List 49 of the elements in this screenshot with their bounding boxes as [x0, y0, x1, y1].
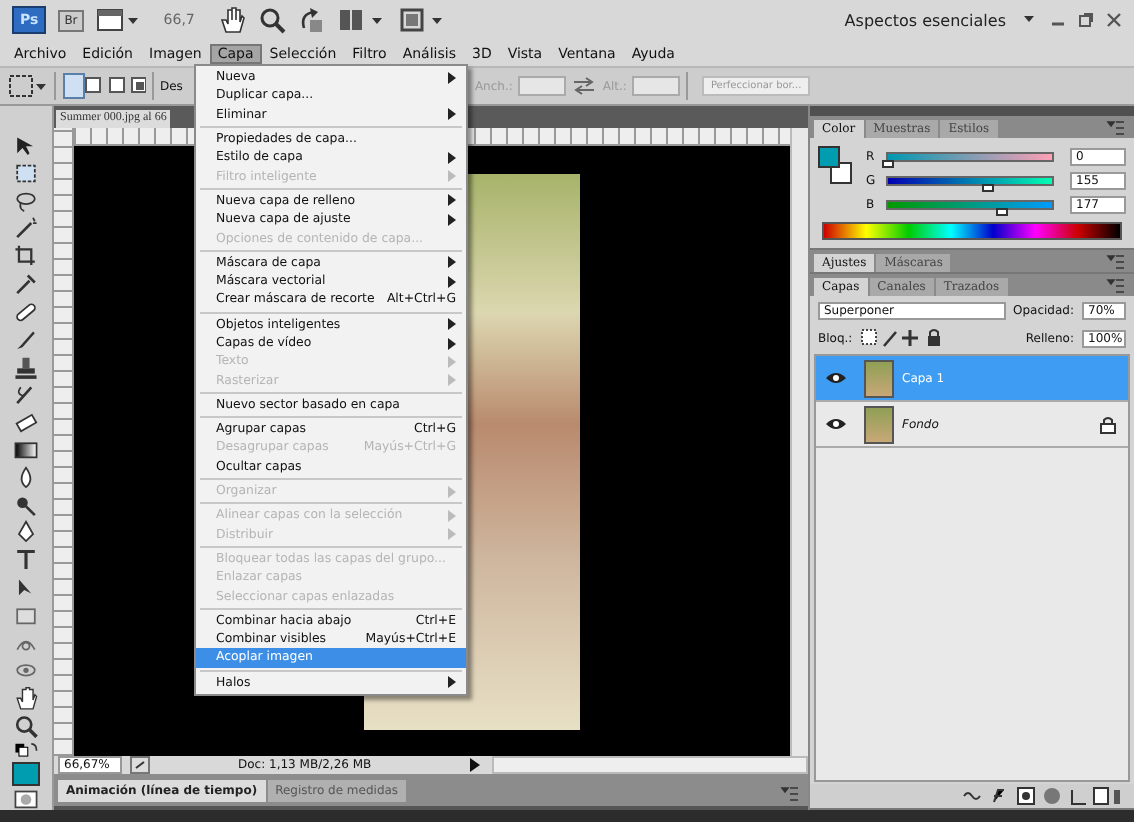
restore-icon[interactable] [1078, 12, 1094, 28]
horizontal-scrollbar[interactable] [492, 756, 808, 774]
layer-thumbnail [864, 359, 894, 397]
default-colors-icon[interactable] [12, 741, 40, 760]
panel-menu-icon[interactable] [1106, 254, 1126, 270]
layer-thumbnail [864, 405, 894, 443]
color-spectrum[interactable] [822, 222, 1122, 240]
lasso-tool-icon[interactable] [12, 189, 40, 214]
marquee-tool-icon[interactable] [8, 72, 48, 100]
eye-icon[interactable] [824, 370, 848, 386]
lock-options-icon[interactable] [860, 328, 945, 348]
eye-icon[interactable] [824, 416, 848, 432]
marquee-tool-icon[interactable] [12, 161, 40, 187]
height-field[interactable] [632, 76, 681, 96]
vertical-scrollbar[interactable] [790, 128, 808, 756]
slider-thumb[interactable] [882, 159, 894, 167]
quick-mask-icon[interactable] [12, 788, 40, 810]
pen-tool-icon[interactable] [12, 520, 40, 546]
width-field[interactable] [518, 76, 567, 96]
layout-icon[interactable] [95, 8, 140, 32]
brush-icon[interactable] [12, 327, 40, 352]
crop-tool-icon[interactable] [12, 244, 40, 270]
zoom-icon[interactable] [12, 714, 40, 739]
dodge-tool-icon[interactable] [12, 493, 40, 518]
panel-menu-icon[interactable] [1106, 120, 1126, 136]
swap-icon[interactable] [572, 76, 597, 96]
close-icon[interactable] [1106, 12, 1122, 28]
screen-mode-icon[interactable] [398, 6, 447, 34]
hand-icon[interactable] [12, 686, 40, 712]
panel-menu-icon[interactable] [780, 786, 800, 802]
selection-modes-icon[interactable] [62, 72, 146, 100]
type-tool-icon[interactable] [12, 548, 40, 573]
arrange-icon[interactable] [338, 6, 387, 34]
slider-thumb[interactable] [995, 207, 1008, 215]
slider-thumb[interactable] [982, 183, 995, 191]
panel-menu-icon[interactable] [1106, 278, 1126, 294]
stamp-icon[interactable] [12, 355, 40, 380]
workspace-dropdown[interactable]: Aspectos esenciales [844, 11, 1010, 29]
zoom-icon[interactable] [258, 6, 287, 34]
hand-icon[interactable] [218, 6, 247, 34]
rotate-view-icon[interactable] [298, 6, 327, 34]
rectangle-tool-icon[interactable] [12, 603, 40, 629]
magic-wand-icon[interactable] [12, 216, 40, 242]
export-icon[interactable] [130, 756, 150, 774]
eyedropper-icon[interactable] [12, 272, 40, 297]
foreground-color-swatch[interactable] [12, 762, 40, 786]
color-swatches[interactable] [818, 146, 854, 190]
layer-actions-icon[interactable] [962, 786, 1122, 806]
gradient-icon[interactable] [12, 437, 40, 463]
